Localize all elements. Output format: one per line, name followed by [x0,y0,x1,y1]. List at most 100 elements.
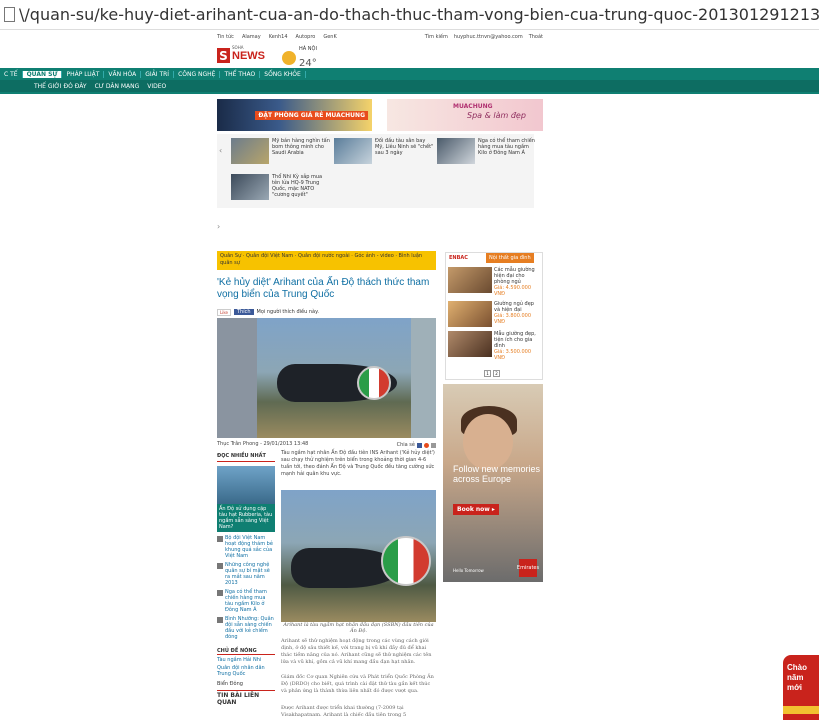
search-link[interactable]: Tìm kiếm [425,34,448,43]
spa-ad-brand: MUACHUNG [453,103,493,110]
topstrip-link[interactable]: Kenh14 [269,34,288,43]
facebook-icon: Like [217,308,231,316]
submarine-emblem [357,366,391,400]
shop-item-price: Giá: 4.590.000 VNĐ [494,285,532,297]
spa-ad-banner[interactable]: MUACHUNG Spa & làm đẹp [387,99,543,131]
most-read-title[interactable]: Những công nghệ quân sự bí mật sẽ ra mắt… [225,562,275,586]
main-nav: C TẾ QUÂN SỰ PHÁP LUẬT VĂN HÓA GIẢI TRÍ … [0,68,819,94]
google-share-icon[interactable] [424,442,429,448]
related-item[interactable]: Mỹ bán hàng nghìn tấn bom thông minh cho… [231,138,331,164]
item-thumb [217,563,223,569]
subnav-item[interactable]: VIDEO [143,83,170,90]
book-now-button[interactable]: Book now ▸ [453,504,499,515]
item-thumb [217,617,223,623]
emirates-ad[interactable]: Follow new memories across Europe Book n… [443,384,543,582]
topic-link[interactable]: Tàu ngầm Hải Nhi [217,657,275,663]
weather-widget: HÀ NỘI 24° [282,46,317,69]
featured-caption[interactable]: Ấn Độ sử dụng cặp tàu hạt Rubberia, tàu … [217,504,275,532]
category-bar[interactable]: Quân Sự · Quân đội Việt Nam · Quân đội n… [217,251,436,270]
hotel-ad-banner[interactable]: ĐẶT PHÒNG GIÁ RẺ MUACHUNG [217,99,372,131]
hall-wall [217,318,257,438]
logo-small: SOHA [232,45,244,50]
article-paragraph: Giám đốc Cơ quan Nghiên cứu và Phát triể… [281,674,434,694]
byline: Thục Trân Phong - 29/01/2013 13:48 Chia … [217,441,436,449]
related-title[interactable]: Nga có thể tham chiến hàng mua tàu ngầm … [478,138,537,164]
topstrip-link[interactable]: Tin tức [217,34,234,43]
more-share-icon[interactable] [431,442,436,448]
nav-item[interactable]: GIẢI TRÍ [141,70,175,78]
share-label: Chia sẻ [396,442,415,448]
shop-item-title[interactable]: Các mẫu giường hiện đại cho phòng ngủ [494,267,535,285]
logo-s: S [217,48,230,63]
featured-thumb[interactable] [217,466,275,504]
article-paragraph: Arihant sẽ thử nghiệm hoạt động trong cá… [281,638,432,665]
shop-item[interactable]: Mẫu giường đẹp, tiện ích cho gia đình Gi… [448,331,540,361]
most-read-item[interactable]: Bộ đội Việt Nam hoạt động thám bẻ khung … [217,535,275,559]
shop-item-image [448,331,492,357]
topic-link[interactable]: Quân đội nhân dân Trung Quốc [217,665,275,677]
image-caption: Arihant là tàu ngầm hạt nhân đầu đạn (SS… [283,622,434,634]
address-bar[interactable]: \/quan-su/ke-huy-diet-arihant-cua-an-do-… [0,0,819,30]
topstrip-link[interactable]: Alamay [242,34,261,43]
hotel-ad-text: ĐẶT PHÒNG GIÁ RẺ MUACHUNG [255,111,368,120]
logout-link[interactable]: Thoát [529,34,543,43]
shop-item-title[interactable]: Mẫu giường đẹp, tiện ích cho gia đình [494,331,536,349]
topic-link[interactable]: Biển Đông [217,681,275,687]
facebook-share-icon[interactable] [417,442,422,448]
page-button[interactable]: 1 [484,370,491,377]
like-bar: Like Thích Mọi người thích điều này. [217,307,436,317]
badge-stripe [783,706,819,714]
shop-item-price: Giá: 3.800.000 VNĐ [494,313,532,325]
shop-tab[interactable]: Nội thất gia đình [486,253,534,263]
new-year-text: Chào năm mới [787,663,807,692]
carousel-prev-icon[interactable]: ‹ [219,146,222,155]
site-logo[interactable]: SOHA S NEWS [217,45,265,63]
topstrip-link[interactable]: GenK [323,34,336,43]
top-strip: Tin tức Alamay Kenh14 Autopro GenK Tìm k… [217,34,543,43]
most-read-title[interactable]: Bộ đội Việt Nam hoạt động thám bẻ khung … [225,535,275,559]
user-email[interactable]: huyphuc.ttnvn@yahoo.com [454,34,523,43]
related-thumb [334,138,372,164]
carousel-next-icon[interactable]: › [217,210,227,246]
like-button[interactable]: Thích [233,309,254,315]
shop-item[interactable]: Các mẫu giường hiện đại cho phòng ngủ Gi… [448,267,540,297]
page-icon [4,7,15,22]
subnav-item[interactable]: THẾ GIỚI ĐÓ ĐÂY [30,83,91,90]
shop-brand: ENBAC [449,255,468,261]
new-year-badge[interactable]: Chào năm mới [783,655,819,720]
most-read-title[interactable]: Nga có thể tham chiến hàng mua tàu ngầm … [225,589,275,613]
nav-item[interactable]: C TẾ [0,70,23,78]
ad-person-face [463,414,513,470]
related-title[interactable]: Đối đầu tàu sân bay Mỹ, Liêu Ninh sẽ "ch… [375,138,434,164]
nav-item-active[interactable]: QUÂN SỰ [22,70,63,78]
related-news-heading: TIN BÀI LIÊN QUAN [217,690,275,706]
most-read-title[interactable]: Bình Nhưỡng: Quân đội sẵn sàng chiến đấu… [225,616,275,640]
nav-item[interactable]: SỐNG KHỎE [260,70,306,78]
url-text[interactable]: \/quan-su/ke-huy-diet-arihant-cua-an-do-… [19,5,819,24]
shopping-widget: ENBAC Nội thất gia đình Các mẫu giường h… [445,252,543,380]
logo-news: NEWS [232,49,265,62]
topstrip-link[interactable]: Autopro [296,34,316,43]
nav-item[interactable]: CÔNG NGHỆ [174,70,221,78]
article-title: 'Kẻ hủy diệt' Arihant của Ấn Độ thách th… [217,277,430,300]
nav-item[interactable]: PHÁP LUẬT [62,70,105,78]
related-thumb [437,138,475,164]
most-read-heading: ĐỌC NHIỀU NHẤT [217,453,275,462]
most-read-item[interactable]: Bình Nhưỡng: Quân đội sẵn sàng chiến đấu… [217,616,275,640]
shop-item[interactable]: Giường ngủ đẹp và hiện đại Giá: 3.800.00… [448,301,540,327]
related-item[interactable]: Đối đầu tàu sân bay Mỹ, Liêu Ninh sẽ "ch… [334,138,434,164]
related-title[interactable]: Mỹ bán hàng nghìn tấn bom thông minh cho… [272,138,331,164]
page-button[interactable]: 2 [493,370,500,377]
shop-item-title[interactable]: Giường ngủ đẹp và hiện đại [494,301,534,313]
article-paragraph: Được Arihant được triển khai thường (7-2… [281,705,407,718]
nav-item[interactable]: THỂ THAO [220,70,261,78]
related-item[interactable]: Nga có thể tham chiến hàng mua tàu ngầm … [437,138,537,164]
like-text: Mọi người thích điều này. [256,309,319,315]
subnav-item[interactable]: CƯ DÂN MẠNG [91,83,144,90]
related-title[interactable]: Thổ Nhĩ Kỳ sắp mua tên lửa HQ-9 Trung Qu… [272,174,331,200]
shop-item-image [448,301,492,327]
nav-item[interactable]: VĂN HÓA [104,70,142,78]
related-item[interactable]: Thổ Nhĩ Kỳ sắp mua tên lửa HQ-9 Trung Qu… [231,174,331,200]
most-read-item[interactable]: Nga có thể tham chiến hàng mua tàu ngầm … [217,589,275,613]
most-read-item[interactable]: Những công nghệ quân sự bí mật sẽ ra mắt… [217,562,275,586]
